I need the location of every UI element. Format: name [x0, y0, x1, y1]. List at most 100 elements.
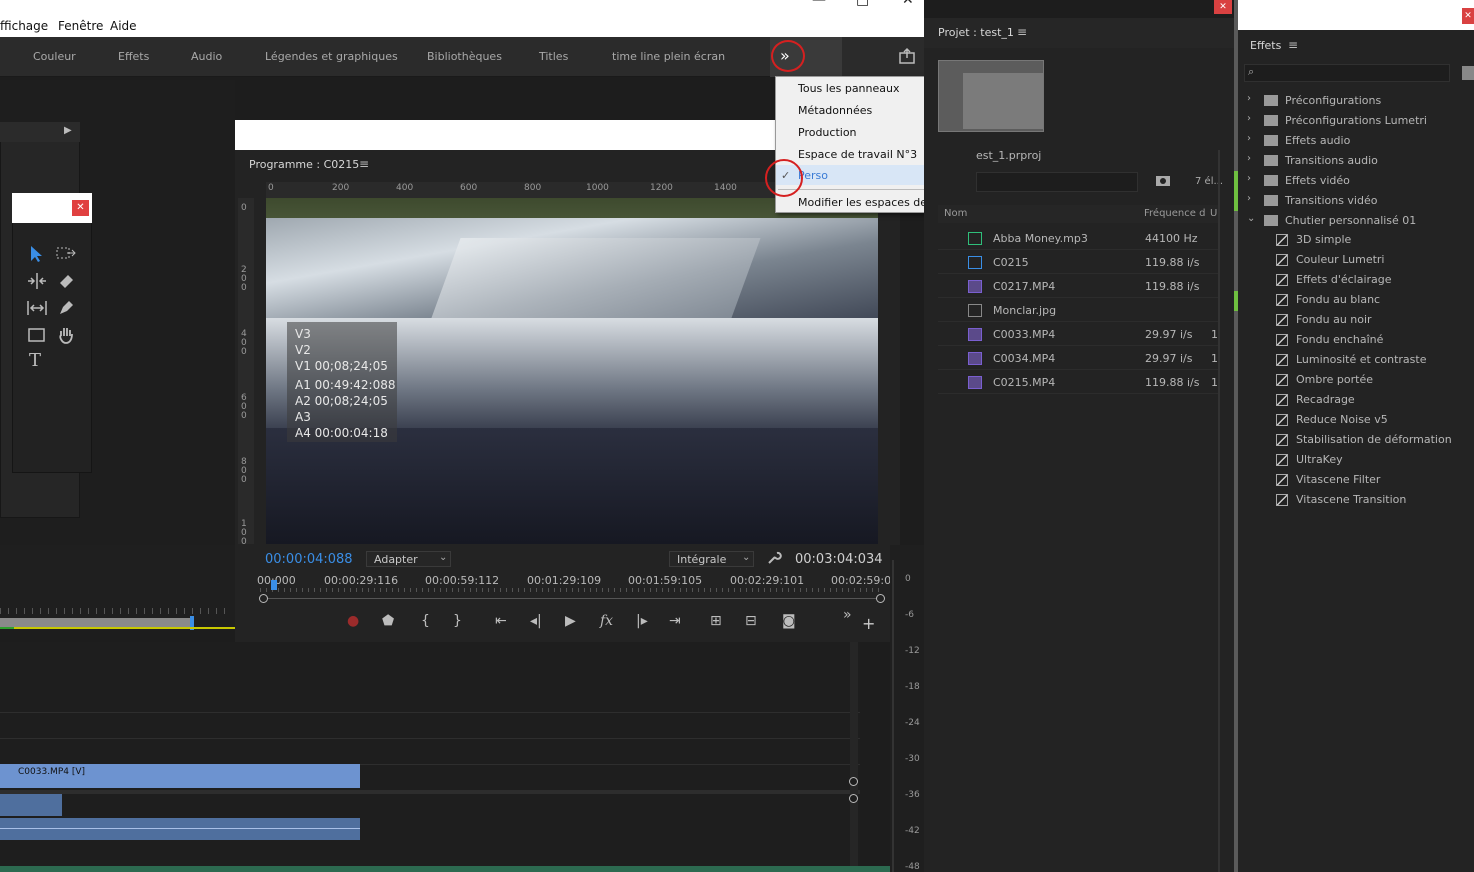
- effects-folder[interactable]: › Préconfigurations Lumetri: [1240, 111, 1474, 131]
- wrench-icon[interactable]: [766, 550, 782, 566]
- zoom-handle-right[interactable]: [876, 594, 885, 603]
- program-title[interactable]: Programme : C0215: [249, 158, 359, 171]
- col-u[interactable]: U: [1210, 208, 1217, 219]
- menu-affichage[interactable]: ffichage: [0, 19, 48, 33]
- effects-close-button[interactable]: ✕: [1462, 8, 1474, 24]
- effects-item[interactable]: Luminosité et contraste: [1240, 351, 1474, 371]
- current-timecode[interactable]: 00:00:04:088: [265, 552, 353, 567]
- more-controls-icon[interactable]: »: [843, 607, 852, 623]
- rectangle-tool-icon[interactable]: [26, 325, 48, 345]
- menu-fenetre[interactable]: Fenêtre: [58, 19, 103, 33]
- step-back-icon[interactable]: ◂|: [530, 613, 542, 629]
- step-forward-icon[interactable]: |▸: [636, 613, 648, 629]
- project-scrollbar[interactable]: [1218, 150, 1220, 872]
- mark-in-icon[interactable]: {: [421, 613, 430, 629]
- menu-item-production[interactable]: Production: [798, 126, 857, 139]
- project-menu-icon[interactable]: ≡: [1017, 25, 1027, 39]
- video-clip[interactable]: C0033.MP4 [V]: [0, 764, 360, 788]
- record-icon[interactable]: ●: [347, 613, 359, 629]
- tab-audio[interactable]: Audio: [191, 50, 222, 63]
- new-bin-icon[interactable]: [1155, 174, 1171, 188]
- go-to-out-icon[interactable]: ⇥: [669, 613, 681, 629]
- project-row[interactable]: C0215.MP4 119.88 i/s 1: [938, 372, 1218, 394]
- slip-tool-icon[interactable]: [26, 298, 48, 318]
- effects-item[interactable]: Reduce Noise v5: [1240, 411, 1474, 431]
- effects-item[interactable]: Stabilisation de déformation: [1240, 431, 1474, 451]
- project-row[interactable]: Abba Money.mp3 44100 Hz: [938, 228, 1218, 250]
- project-row[interactable]: C0034.MP4 29.97 i/s 1: [938, 348, 1218, 370]
- audio-clip-2[interactable]: [0, 818, 360, 840]
- tools-close-button[interactable]: ✕: [72, 200, 89, 216]
- effects-title[interactable]: Effets: [1250, 39, 1281, 52]
- effects-item[interactable]: 3D simple: [1240, 231, 1474, 251]
- tab-titles[interactable]: Titles: [539, 50, 568, 63]
- play-icon[interactable]: ▶: [565, 613, 576, 629]
- chevron-right-icon[interactable]: ›: [1247, 153, 1251, 164]
- chevron-right-icon[interactable]: ›: [1247, 173, 1251, 184]
- extract-icon[interactable]: ⊟: [745, 613, 757, 629]
- effects-item[interactable]: Recadrage: [1240, 391, 1474, 411]
- close-window-button[interactable]: ✕: [902, 0, 914, 8]
- tab-couleur[interactable]: Couleur: [33, 50, 76, 63]
- go-to-in-icon[interactable]: ⇤: [495, 613, 507, 629]
- program-menu-icon[interactable]: ≡: [359, 157, 369, 171]
- project-close-button[interactable]: ✕: [1214, 0, 1232, 14]
- effects-item[interactable]: Couleur Lumetri: [1240, 251, 1474, 271]
- effects-folder[interactable]: › Effets audio: [1240, 131, 1474, 151]
- fx-icon[interactable]: fx: [600, 613, 613, 629]
- pen-tool-icon[interactable]: [56, 298, 76, 318]
- effects-item[interactable]: Fondu au noir: [1240, 311, 1474, 331]
- menu-item-metadonnees[interactable]: Métadonnées: [798, 104, 872, 117]
- chevron-right-icon[interactable]: ›: [1247, 113, 1251, 124]
- col-rate[interactable]: Fréquence d: [1144, 208, 1205, 219]
- project-thumbnail[interactable]: [938, 60, 1044, 132]
- project-row[interactable]: C0215 119.88 i/s: [938, 252, 1218, 274]
- chevron-down-icon[interactable]: ⌄: [1247, 213, 1255, 224]
- project-row[interactable]: Monclar.jpg: [938, 300, 1218, 322]
- razor-icon[interactable]: [56, 271, 76, 291]
- chevron-right-icon[interactable]: ›: [1247, 93, 1251, 104]
- col-name[interactable]: Nom: [944, 208, 967, 219]
- fit-select[interactable]: Adapter ⌄: [366, 551, 451, 567]
- track-select-icon[interactable]: [55, 244, 77, 264]
- tab-bibliotheques[interactable]: Bibliothèques: [427, 50, 502, 63]
- camera-icon[interactable]: ◙: [782, 613, 796, 629]
- play-arrow-icon[interactable]: ▶: [64, 125, 72, 136]
- effects-folder[interactable]: › Préconfigurations: [1240, 91, 1474, 111]
- menu-aide[interactable]: Aide: [110, 19, 137, 33]
- effects-item[interactable]: Vitascene Filter: [1240, 471, 1474, 491]
- scroll-handle[interactable]: [849, 777, 858, 786]
- zoom-handle-left[interactable]: [259, 594, 268, 603]
- zoom-bar[interactable]: [264, 598, 881, 599]
- chevron-right-icon[interactable]: ›: [1247, 133, 1251, 144]
- effects-folder[interactable]: › Transitions audio: [1240, 151, 1474, 171]
- audio-clip-1[interactable]: [0, 794, 62, 816]
- minimize-button[interactable]: —: [812, 0, 826, 8]
- effects-search-input[interactable]: ⌕: [1244, 64, 1450, 82]
- effects-folder[interactable]: › Transitions vidéo: [1240, 191, 1474, 211]
- scroll-handle[interactable]: [849, 794, 858, 803]
- ripple-edit-icon[interactable]: [26, 271, 48, 291]
- effects-folder[interactable]: › Effets vidéo: [1240, 171, 1474, 191]
- tab-legendes[interactable]: Légendes et graphiques: [265, 50, 398, 63]
- export-icon[interactable]: [898, 47, 916, 65]
- tab-effets[interactable]: Effets: [118, 50, 149, 63]
- effects-folder[interactable]: ⌄ Chutier personnalisé 01: [1240, 211, 1474, 231]
- playhead[interactable]: [271, 580, 277, 590]
- chevron-right-icon[interactable]: ›: [1247, 193, 1251, 204]
- mark-out-icon[interactable]: }: [453, 613, 462, 629]
- effects-item[interactable]: Effets d'éclairage: [1240, 271, 1474, 291]
- tab-timeline-plein-ecran[interactable]: time line plein écran: [612, 50, 725, 63]
- project-search-input[interactable]: [976, 172, 1138, 192]
- add-button-icon[interactable]: +: [862, 614, 875, 633]
- project-row[interactable]: C0033.MP4 29.97 i/s 1: [938, 324, 1218, 346]
- menu-item-tous-les-panneaux[interactable]: Tous les panneaux: [798, 82, 900, 95]
- marker-icon[interactable]: ⬟: [382, 613, 394, 629]
- effects-item[interactable]: UltraKey: [1240, 451, 1474, 471]
- lift-icon[interactable]: ⊞: [710, 613, 722, 629]
- hand-tool-icon[interactable]: [56, 325, 76, 345]
- effects-item[interactable]: Fondu au blanc: [1240, 291, 1474, 311]
- selection-tool-icon[interactable]: [26, 244, 46, 264]
- effects-item[interactable]: Ombre portée: [1240, 371, 1474, 391]
- project-row[interactable]: C0217.MP4 119.88 i/s: [938, 276, 1218, 298]
